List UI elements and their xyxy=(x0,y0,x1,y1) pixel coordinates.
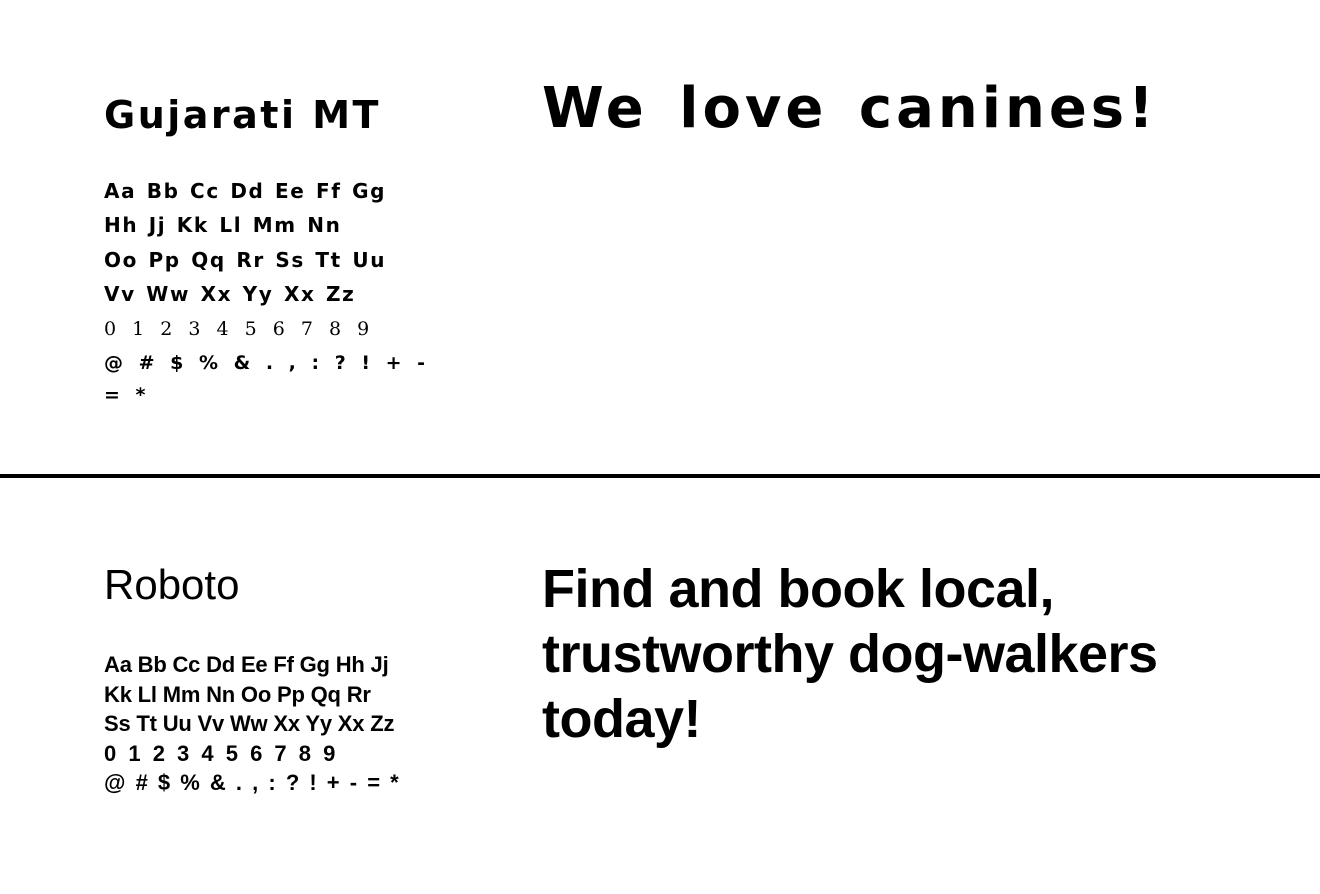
glyph-row-letters: Kk Ll Mm Nn Oo Pp Qq Rr xyxy=(104,681,371,707)
sample-text: We love canines! xyxy=(542,76,1158,141)
glyph-set: Aa Bb Cc Dd Ee Ff Gg Hh Jj Kk Ll Mm Nn O… xyxy=(104,174,429,410)
section-divider xyxy=(0,474,1320,478)
glyph-row-numerals: 0 1 2 3 4 5 6 7 8 9 xyxy=(104,740,339,766)
glyph-row-letters: Ss Tt Uu Vv Ww Xx Yy Xx Zz xyxy=(104,711,395,737)
font-name-heading: Gujarati MT xyxy=(104,93,381,137)
glyph-row-letters: Vv Ww Xx Yy Xx Zz xyxy=(104,282,356,307)
specimen-gujarati-mt: Gujarati MT Aa Bb Cc Dd Ee Ff Gg Hh Jj K… xyxy=(0,0,1320,475)
sample-text: Find and book local, trustworthy dog-wal… xyxy=(542,559,1158,749)
glyph-row-letters: Aa Bb Cc Dd Ee Ff Gg Hh Jj xyxy=(104,652,389,677)
glyph-row-numerals: 0 1 2 3 4 5 6 7 8 9 xyxy=(104,317,374,340)
glyph-row-letters: Oo Pp Qq Rr Ss Tt Uu xyxy=(104,247,387,272)
glyph-row-symbols: @ # $ % & . , : ? ! + - xyxy=(104,351,429,374)
glyph-row-symbols: = * xyxy=(104,384,149,407)
glyph-row-symbols: @ # $ % & . , : ? ! + - = * xyxy=(104,770,401,796)
glyph-set: Aa Bb Cc Dd Ee Ff Gg Hh Jj Kk Ll Mm Nn O… xyxy=(104,650,444,798)
specimen-roboto: Roboto Aa Bb Cc Dd Ee Ff Gg Hh Jj Kk Ll … xyxy=(0,479,1320,894)
glyph-row-letters: Hh Jj Kk Ll Mm Nn xyxy=(104,213,342,238)
glyph-row-letters: Aa Bb Cc Dd Ee Ff Gg xyxy=(104,179,387,203)
font-name-heading: Roboto xyxy=(104,561,240,608)
